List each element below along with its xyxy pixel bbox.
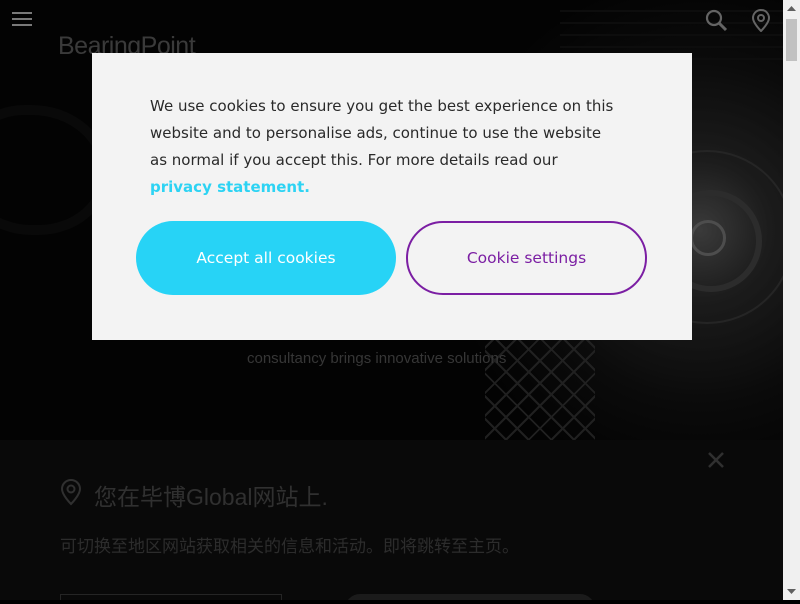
cookie-message: We use cookies to ensure you get the bes… [150,93,620,201]
scrollbar-thumb[interactable] [786,19,797,61]
vertical-scrollbar[interactable] [783,0,800,600]
cookie-settings-button[interactable]: Cookie settings [406,221,647,295]
privacy-statement-link[interactable]: privacy statement. [150,178,310,196]
scroll-down-arrow-icon[interactable] [783,583,800,600]
accept-all-cookies-button[interactable]: Accept all cookies [136,221,396,295]
scroll-up-arrow-icon[interactable] [783,0,800,17]
cookie-consent-dialog: We use cookies to ensure you get the bes… [92,53,692,340]
cookie-message-text: We use cookies to ensure you get the bes… [150,97,614,169]
